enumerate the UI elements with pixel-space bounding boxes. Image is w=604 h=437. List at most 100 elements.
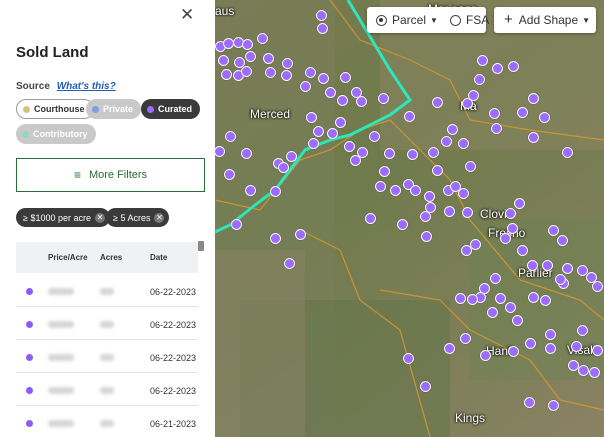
sale-marker[interactable] [379, 166, 390, 177]
sale-marker[interactable] [375, 181, 386, 192]
whats-this-link[interactable]: What's this? [57, 81, 116, 92]
sale-marker[interactable] [295, 229, 306, 240]
sale-marker[interactable] [528, 132, 539, 143]
sale-marker[interactable] [325, 87, 336, 98]
sale-marker[interactable] [357, 147, 368, 158]
sale-marker[interactable] [428, 147, 439, 158]
sale-marker[interactable] [505, 208, 516, 219]
sale-marker[interactable] [487, 307, 498, 318]
sale-marker[interactable] [508, 346, 519, 357]
remove-filter-icon[interactable]: ✕ [154, 212, 165, 223]
sale-marker[interactable] [384, 148, 395, 159]
sale-marker[interactable] [282, 58, 293, 69]
more-filters-button[interactable]: ≡ More Filters [16, 158, 205, 192]
sale-marker[interactable] [306, 112, 317, 123]
sale-marker[interactable] [458, 138, 469, 149]
sale-marker[interactable] [214, 146, 225, 157]
sale-marker[interactable] [410, 185, 421, 196]
sale-marker[interactable] [507, 223, 518, 234]
parcel-option[interactable]: Parcel ▼ [376, 13, 438, 27]
sale-marker[interactable] [571, 341, 582, 352]
source-chip-courthouse[interactable]: Courthouse [16, 99, 94, 119]
sale-marker[interactable] [557, 235, 568, 246]
sale-marker[interactable] [489, 108, 500, 119]
sale-marker[interactable] [344, 141, 355, 152]
sale-marker[interactable] [231, 219, 242, 230]
source-chip-curated[interactable]: Curated [141, 99, 201, 119]
sale-marker[interactable] [444, 343, 455, 354]
table-row[interactable]: 06-21-2023 [16, 406, 198, 437]
sale-marker[interactable] [528, 93, 539, 104]
sale-marker[interactable] [327, 128, 338, 139]
sale-marker[interactable] [458, 188, 469, 199]
sale-marker[interactable] [524, 397, 535, 408]
sale-marker[interactable] [407, 149, 418, 160]
sale-marker[interactable] [525, 338, 536, 349]
sale-marker[interactable] [335, 117, 346, 128]
column-date[interactable]: Date [150, 253, 167, 262]
sale-marker[interactable] [491, 123, 502, 134]
sale-marker[interactable] [316, 10, 327, 21]
sale-marker[interactable] [527, 260, 538, 271]
sale-marker[interactable] [462, 98, 473, 109]
sale-marker[interactable] [300, 81, 311, 92]
remove-filter-icon[interactable]: ✕ [94, 212, 105, 223]
sale-marker[interactable] [555, 274, 566, 285]
sale-marker[interactable] [225, 131, 236, 142]
sale-marker[interactable] [308, 138, 319, 149]
sale-marker[interactable] [340, 72, 351, 83]
sale-marker[interactable] [578, 365, 589, 376]
sale-marker[interactable] [548, 400, 559, 411]
sale-marker[interactable] [242, 39, 253, 50]
sale-marker[interactable] [420, 211, 431, 222]
sale-marker[interactable] [270, 233, 281, 244]
sale-marker[interactable] [444, 206, 455, 217]
sale-marker[interactable] [378, 93, 389, 104]
sale-marker[interactable] [245, 185, 256, 196]
sale-marker[interactable] [461, 245, 472, 256]
sale-marker[interactable] [218, 55, 229, 66]
sale-marker[interactable] [270, 186, 281, 197]
sale-marker[interactable] [447, 124, 458, 135]
sale-marker[interactable] [589, 367, 600, 378]
sale-marker[interactable] [592, 345, 603, 356]
sale-marker[interactable] [263, 53, 274, 64]
sale-marker[interactable] [495, 293, 506, 304]
sale-marker[interactable] [432, 97, 443, 108]
sale-marker[interactable] [284, 258, 295, 269]
sale-marker[interactable] [404, 111, 415, 122]
sale-marker[interactable] [265, 67, 276, 78]
sale-marker[interactable] [539, 112, 550, 123]
sale-marker[interactable] [548, 225, 559, 236]
table-row[interactable]: 06-22-2023 [16, 307, 198, 340]
sale-marker[interactable] [577, 325, 588, 336]
sale-marker[interactable] [257, 33, 268, 44]
sale-marker[interactable] [365, 213, 376, 224]
table-row[interactable]: 06-22-2023 [16, 274, 198, 307]
sale-marker[interactable] [403, 353, 414, 364]
sale-marker[interactable] [500, 233, 511, 244]
sale-marker[interactable] [467, 294, 478, 305]
filter-tag-acres[interactable]: ≥ 5 Acres ✕ [106, 208, 170, 227]
sale-marker[interactable] [356, 96, 367, 107]
sale-marker[interactable] [441, 136, 452, 147]
table-row[interactable]: 06-22-2023 [16, 340, 198, 373]
sale-marker[interactable] [305, 67, 316, 78]
sale-marker[interactable] [241, 148, 252, 159]
sale-marker[interactable] [420, 381, 431, 392]
sale-marker[interactable] [562, 147, 573, 158]
sale-marker[interactable] [505, 302, 516, 313]
sale-marker[interactable] [369, 131, 380, 142]
sale-marker[interactable] [545, 329, 556, 340]
sale-marker[interactable] [477, 55, 488, 66]
sale-marker[interactable] [474, 74, 485, 85]
sale-marker[interactable] [421, 231, 432, 242]
sale-marker[interactable] [562, 263, 573, 274]
sale-marker[interactable] [517, 107, 528, 118]
sale-marker[interactable] [492, 63, 503, 74]
sale-marker[interactable] [286, 151, 297, 162]
sale-marker[interactable] [490, 273, 501, 284]
add-shape-button[interactable]: + Add Shape ▼ [494, 7, 596, 33]
sale-marker[interactable] [480, 350, 491, 361]
sale-marker[interactable] [465, 161, 476, 172]
